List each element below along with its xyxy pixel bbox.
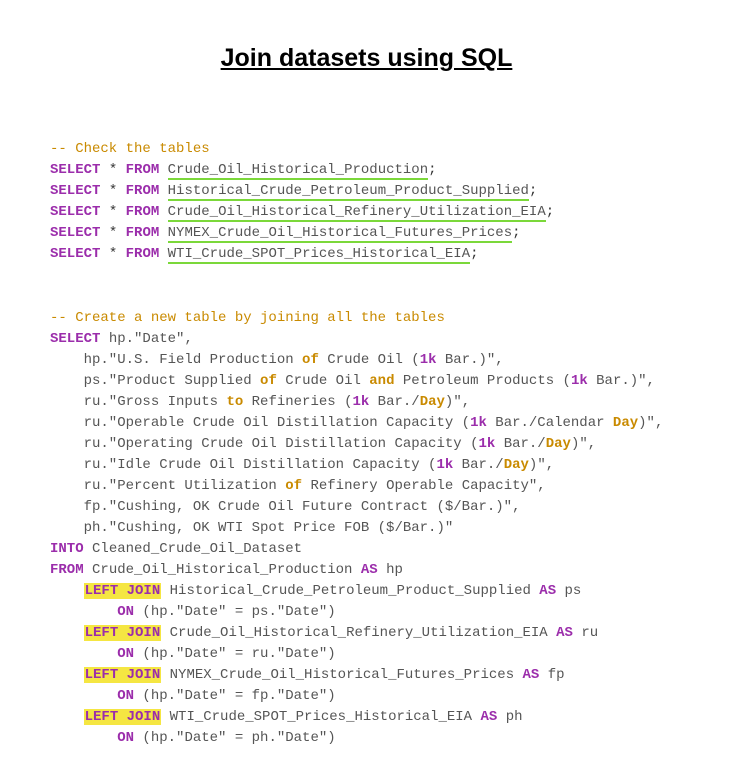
on-line: ON (hp."Date" = ps."Date") [50, 604, 336, 620]
select-line-2: SELECT * FROM Crude_Oil_Historical_Refin… [50, 204, 554, 222]
join-line: LEFT JOIN NYMEX_Crude_Oil_Historical_Fut… [50, 667, 565, 683]
column-line: ru."Gross Inputs to Refineries (1k Bar./… [50, 394, 470, 410]
select-line-0: SELECT * FROM Crude_Oil_Historical_Produ… [50, 162, 437, 180]
join-line: LEFT JOIN WTI_Crude_SPOT_Prices_Historic… [50, 709, 523, 725]
column-line: ps."Product Supplied of Crude Oil and Pe… [50, 373, 655, 389]
on-line: ON (hp."Date" = fp."Date") [50, 688, 336, 704]
on-line: ON (hp."Date" = ph."Date") [50, 730, 336, 746]
into-line: INTO Cleaned_Crude_Oil_Dataset [50, 541, 302, 557]
column-line: ph."Cushing, OK WTI Spot Price FOB ($/Ba… [50, 520, 453, 536]
page-title: Join datasets using SQL [50, 40, 683, 78]
on-line: ON (hp."Date" = ru."Date") [50, 646, 336, 662]
select-line-4: SELECT * FROM WTI_Crude_SPOT_Prices_Hist… [50, 246, 479, 264]
column-line: ru."Percent Utilization of Refinery Oper… [50, 478, 546, 494]
join-line: LEFT JOIN Crude_Oil_Historical_Refinery_… [50, 625, 598, 641]
select-line-1: SELECT * FROM Historical_Crude_Petroleum… [50, 183, 537, 201]
sql-code-block: -- Check the tables SELECT * FROM Crude_… [50, 118, 683, 749]
column-line: ru."Operable Crude Oil Distillation Capa… [50, 415, 663, 431]
column-line: fp."Cushing, OK Crude Oil Future Contrac… [50, 499, 520, 515]
column-line: ru."Operating Crude Oil Distillation Cap… [50, 436, 596, 452]
join-line: LEFT JOIN Historical_Crude_Petroleum_Pro… [50, 583, 581, 599]
select-line-3: SELECT * FROM NYMEX_Crude_Oil_Historical… [50, 225, 521, 243]
sql-comment: -- Check the tables [50, 141, 210, 157]
from-line: FROM Crude_Oil_Historical_Production AS … [50, 562, 403, 578]
sql-comment: -- Create a new table by joining all the… [50, 310, 445, 326]
select-line: SELECT hp."Date", [50, 331, 193, 347]
column-line: ru."Idle Crude Oil Distillation Capacity… [50, 457, 554, 473]
column-line: hp."U.S. Field Production of Crude Oil (… [50, 352, 504, 368]
